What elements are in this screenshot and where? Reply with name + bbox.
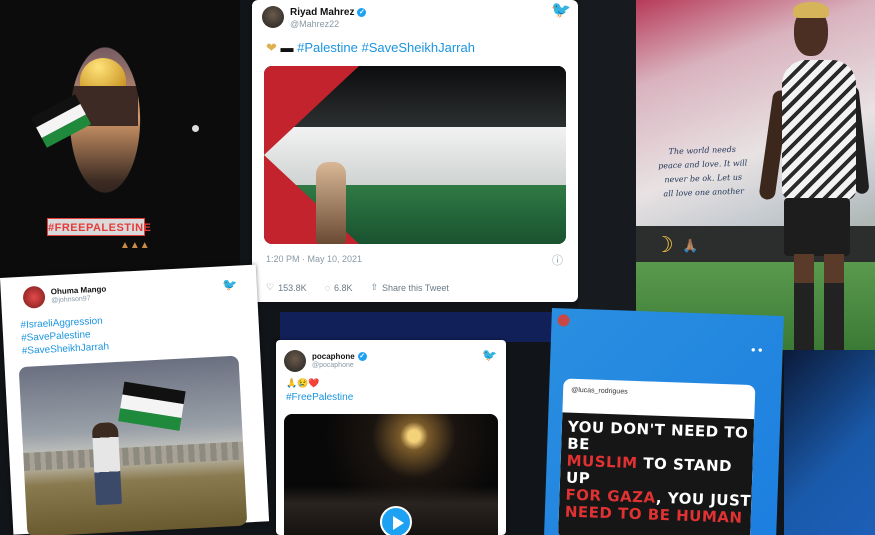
info-icon[interactable]: ⓘ [552, 252, 563, 268]
prayer-emoji: 🙏🏽 [682, 238, 701, 253]
player-leg [794, 254, 814, 350]
quote-text: YOU DON'T NEED TO BE MUSLIM TO STAND UP … [565, 418, 754, 527]
twitter-bird-icon[interactable]: 🐦 [222, 278, 238, 293]
story-card-quote[interactable]: ● ● @lucas_rodrigues YOU DON'T NEED TO B… [544, 308, 784, 535]
tweet-hashtags[interactable]: #Palestine #SaveSheikhJarrah [297, 40, 475, 55]
avatar[interactable] [284, 350, 306, 372]
boy-figure [91, 422, 122, 506]
twitter-bird-icon[interactable]: 🐦 [482, 348, 497, 362]
reply-icon: ◌ [324, 282, 330, 293]
moon-icon: ☽ [654, 232, 674, 257]
tweet-author-handle: @Mahrez22 [290, 19, 340, 29]
tweet-text: ❤ ▬ #Palestine #SaveSheikhJarrah [266, 40, 475, 56]
reshared-username[interactable]: @lucas_rodrigues [571, 387, 628, 396]
palestine-flag [118, 381, 186, 431]
avatar[interactable] [262, 6, 284, 28]
like-count: 153.8K [278, 282, 307, 293]
reply-count: 6.8K [333, 282, 353, 293]
reshared-post[interactable]: @lucas_rodrigues YOU DON'T NEED TO BE MU… [557, 378, 756, 535]
tweet-card-video[interactable]: pocaphone ✓ @pocaphone 🐦 🙏😢❤️ #FreePalest… [276, 340, 506, 535]
tweet-author-name[interactable]: Ohuma Mango [51, 284, 107, 296]
player-jersey [782, 60, 856, 200]
play-button[interactable] [380, 506, 412, 535]
author-name-text: pocaphone [312, 352, 355, 361]
tweet-card-mahrez[interactable]: Riyad Mahrez ✓ @Mahrez22 🐦 ❤ ▬ #Palestine… [252, 0, 578, 302]
reply-button[interactable]: ◌ 6.8K [325, 282, 353, 293]
player-leg [824, 254, 844, 350]
tweet-actions: ♡ 153.8K ◌ 6.8K ⇧ Share this Tweet [266, 282, 449, 293]
tweet-hashtag[interactable]: #FreePalestine [286, 392, 353, 403]
tweet-video[interactable] [284, 414, 498, 535]
heart-outline-icon: ♡ [266, 282, 275, 292]
story-card-al-aqsa[interactable]: #FREEPALESTINE ▲▲▲ [0, 0, 240, 278]
author-name-text: Riyad Mahrez [290, 7, 355, 18]
share-icon: ⇧ [370, 282, 379, 292]
avatar[interactable] [22, 285, 46, 309]
player-shorts [784, 198, 850, 256]
like-button[interactable]: ♡ 153.8K [266, 282, 307, 293]
tweet-hashtags[interactable]: #IsraeliAggression #SavePalestine #SaveS… [20, 314, 109, 358]
story-indicator [192, 125, 199, 132]
tweet-author-name[interactable]: Riyad Mahrez ✓ [290, 7, 367, 18]
share-button[interactable]: ⇧ Share this Tweet [370, 282, 448, 293]
tweet-emojis: 🙏😢❤️ [286, 378, 320, 388]
background-blue-strip [280, 312, 556, 342]
player-hair [793, 2, 829, 18]
twitter-bird-icon[interactable]: 🐦 [551, 0, 571, 20]
background-blue-panel [784, 350, 875, 535]
tweet-image[interactable] [18, 355, 248, 535]
tweet-author-handle: @pocaphone [312, 362, 354, 369]
story-card-player[interactable]: The world needs peace and love. It will … [636, 0, 875, 350]
verified-icon: ✓ [357, 7, 367, 17]
tweet-author-handle: @johnson97 [51, 295, 91, 305]
hashtag-sticker: #FREEPALESTINE [47, 218, 151, 236]
tweet-timestamp[interactable]: 1:20 PM · May 10, 2021 [266, 254, 362, 264]
flag-emoji-icon: ▬ [280, 40, 294, 55]
story-quote: The world needs peace and love. It will … [658, 144, 748, 199]
more-options-icon[interactable]: ● ● [751, 345, 763, 354]
avatar[interactable] [557, 314, 570, 327]
emoji-row: ▲▲▲ [120, 240, 150, 251]
share-label: Share this Tweet [382, 282, 449, 293]
verified-icon: ✓ [357, 352, 367, 362]
raised-hand [316, 162, 346, 244]
city-skyline [23, 441, 244, 472]
tweet-image[interactable] [264, 66, 566, 244]
heart-icon: ❤ [266, 40, 277, 55]
tweet-author-name[interactable]: pocaphone ✓ [312, 352, 367, 362]
background-panel [578, 0, 636, 312]
tweet-card-hilltop[interactable]: Ohuma Mango @johnson97 🐦 #IsraeliAggress… [0, 264, 270, 535]
